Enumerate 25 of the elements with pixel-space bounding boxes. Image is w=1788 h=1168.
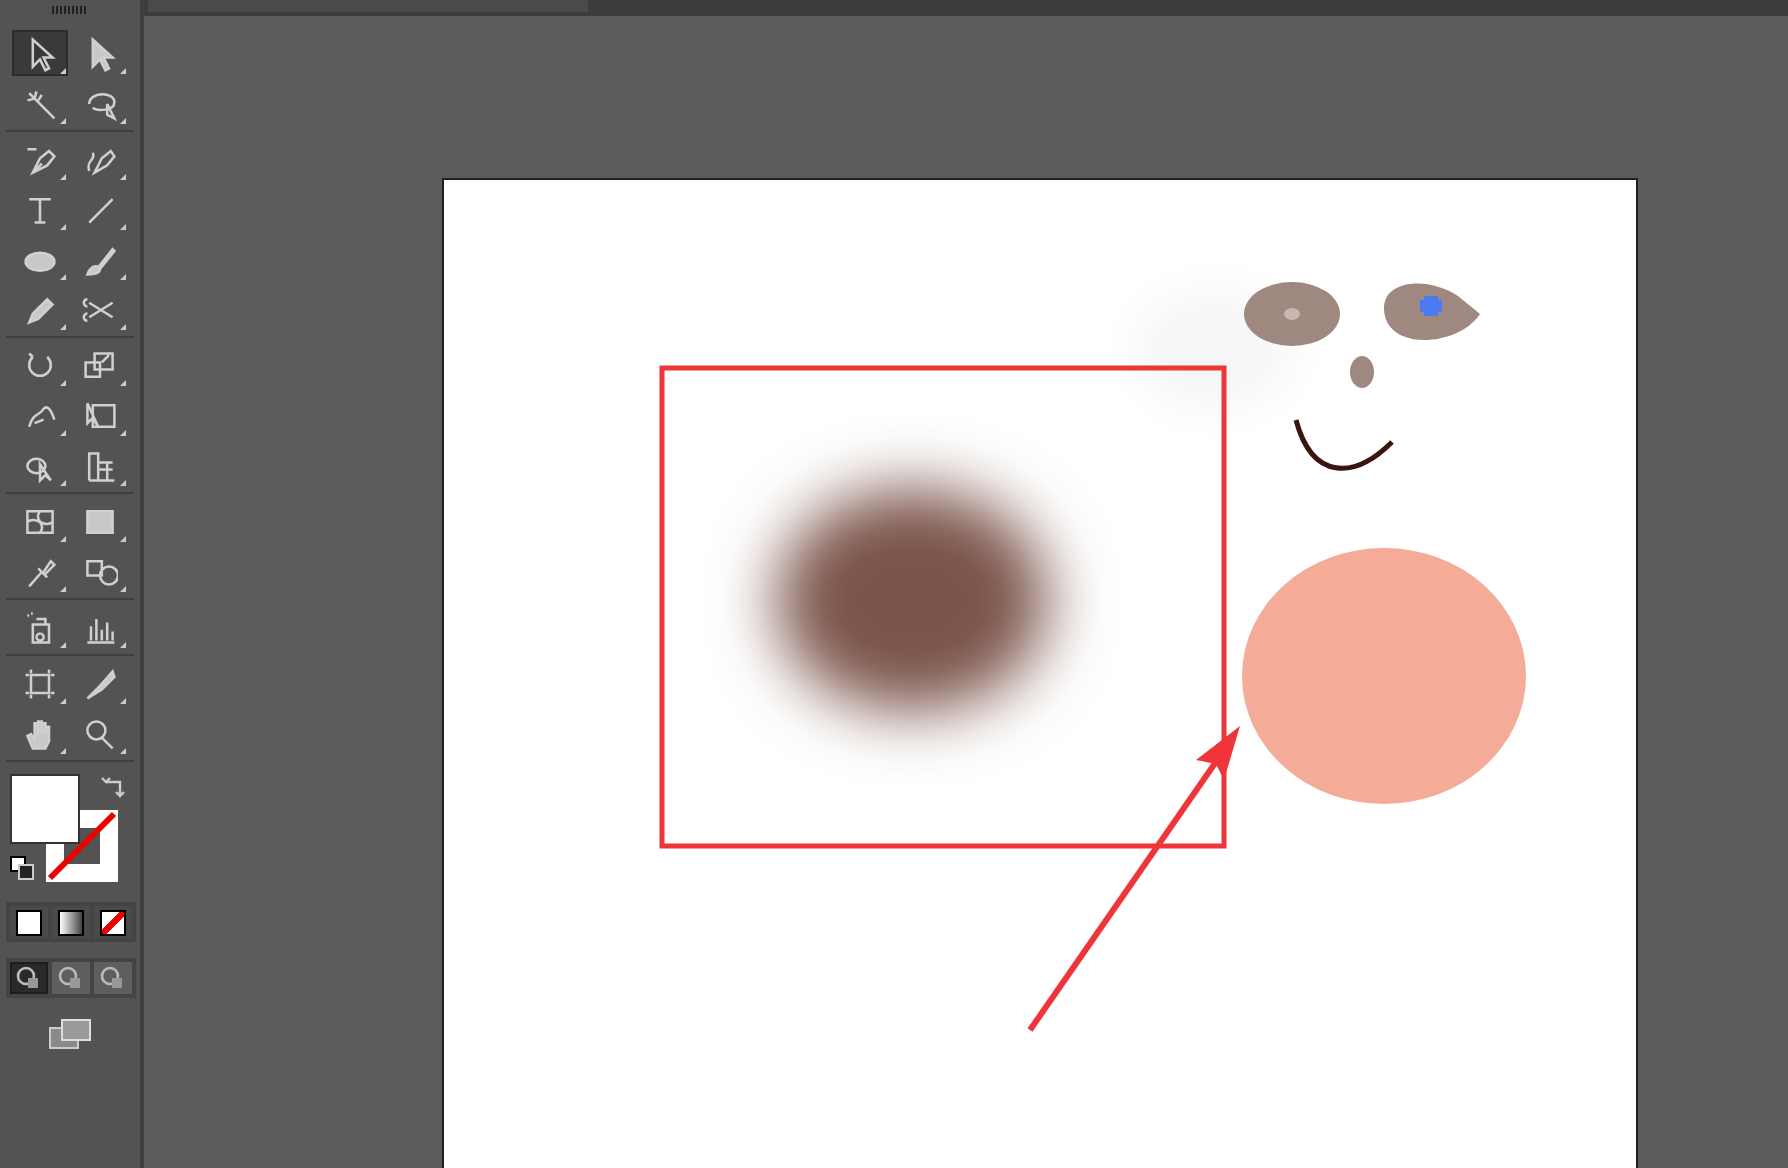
fill-swatch[interactable] — [10, 774, 80, 844]
draw-mode-icon — [16, 966, 40, 990]
rotate-icon — [22, 347, 58, 383]
eyedropper-icon — [22, 553, 58, 589]
grip-icon[interactable] — [52, 6, 88, 14]
draw-mode-button[interactable] — [51, 962, 89, 994]
gradient-button[interactable] — [51, 906, 89, 938]
default-colors-icon[interactable] — [10, 856, 34, 880]
draw-mode-icon — [58, 966, 82, 990]
brush-icon — [82, 241, 118, 277]
draw-mode-button[interactable] — [9, 962, 47, 994]
wand-icon — [22, 85, 58, 121]
perspective-grid-icon — [82, 447, 118, 483]
color-button[interactable] — [9, 906, 47, 938]
magnifier-icon — [82, 715, 118, 751]
screen-mode-icon[interactable] — [48, 1018, 92, 1050]
draw-mode-icon — [100, 966, 124, 990]
artboard-icon — [22, 665, 58, 701]
swap-icon[interactable] — [100, 774, 128, 802]
free-transform-icon — [82, 397, 118, 433]
select-tool-button[interactable] — [12, 30, 68, 76]
draw-mode-button[interactable] — [93, 962, 131, 994]
scale-icon — [82, 347, 118, 383]
none-button[interactable] — [93, 906, 131, 938]
knife-icon — [82, 665, 118, 701]
